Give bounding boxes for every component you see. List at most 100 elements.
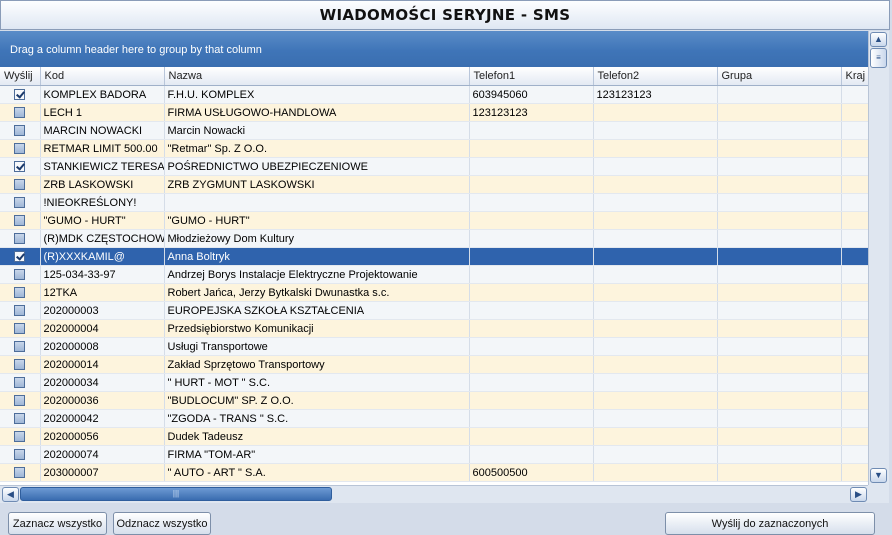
group-by-panel[interactable]: Drag a column header here to group by th… xyxy=(0,31,868,67)
send-checkbox-cell[interactable] xyxy=(0,247,41,266)
cell-nazwa[interactable]: " HURT - MOT " S.C. xyxy=(164,373,470,392)
cell-grupa[interactable] xyxy=(717,193,842,212)
cell-telefon2[interactable] xyxy=(593,391,718,410)
cell-telefon2[interactable] xyxy=(593,247,718,266)
horizontal-scrollbar[interactable]: ◀ ||| ▶ xyxy=(0,485,868,503)
cell-nazwa[interactable]: "Retmar" Sp. Z O.O. xyxy=(164,139,470,158)
cell-nazwa[interactable]: EUROPEJSKA SZKOŁA KSZTAŁCENIA xyxy=(164,301,470,320)
cell-nazwa[interactable]: ZRB ZYGMUNT LASKOWSKI xyxy=(164,175,470,194)
cell-grupa[interactable] xyxy=(717,373,842,392)
checkbox-unchecked[interactable] xyxy=(14,107,26,119)
checkbox-unchecked[interactable] xyxy=(14,233,26,245)
cell-telefon2[interactable] xyxy=(593,463,718,482)
cell-telefon1[interactable] xyxy=(469,139,594,158)
cell-kod[interactable]: MARCIN NOWACKI xyxy=(40,121,165,140)
scroll-left-button[interactable]: ◀ xyxy=(2,487,19,502)
cell-grupa[interactable] xyxy=(717,337,842,356)
cell-telefon1[interactable] xyxy=(469,319,594,338)
checkbox-unchecked[interactable] xyxy=(14,143,26,155)
cell-kraj[interactable] xyxy=(841,319,868,338)
cell-nazwa[interactable]: F.H.U. KOMPLEX xyxy=(164,85,470,104)
column-header-telefon1[interactable]: Telefon1 xyxy=(469,67,594,86)
send-checkbox-cell[interactable] xyxy=(0,211,41,230)
cell-kraj[interactable] xyxy=(841,373,868,392)
cell-telefon2[interactable] xyxy=(593,355,718,374)
cell-nazwa[interactable]: Przedsiębiorstwo Komunikacji xyxy=(164,319,470,338)
checkbox-unchecked[interactable] xyxy=(14,341,26,353)
cell-telefon2[interactable] xyxy=(593,121,718,140)
cell-nazwa[interactable]: Andrzej Borys Instalacje Elektryczne Pro… xyxy=(164,265,470,284)
cell-grupa[interactable] xyxy=(717,463,842,482)
cell-nazwa[interactable]: Młodzieżowy Dom Kultury xyxy=(164,229,470,248)
send-checkbox-cell[interactable] xyxy=(0,409,41,428)
send-checkbox-cell[interactable] xyxy=(0,427,41,446)
cell-telefon2[interactable] xyxy=(593,139,718,158)
cell-grupa[interactable] xyxy=(717,229,842,248)
cell-grupa[interactable] xyxy=(717,157,842,176)
cell-kod[interactable]: STANKIEWICZ TERESA xyxy=(40,157,165,176)
cell-kod[interactable]: ZRB LASKOWSKI xyxy=(40,175,165,194)
cell-kraj[interactable] xyxy=(841,463,868,482)
cell-kod[interactable]: 202000003 xyxy=(40,301,165,320)
cell-telefon2[interactable] xyxy=(593,229,718,248)
send-checkbox-cell[interactable] xyxy=(0,193,41,212)
send-checkbox-cell[interactable] xyxy=(0,337,41,356)
send-checkbox-cell[interactable] xyxy=(0,265,41,284)
cell-telefon2[interactable] xyxy=(593,157,718,176)
cell-kraj[interactable] xyxy=(841,355,868,374)
cell-nazwa[interactable]: "GUMO - HURT" xyxy=(164,211,470,230)
cell-grupa[interactable] xyxy=(717,355,842,374)
checkbox-unchecked[interactable] xyxy=(14,323,26,335)
column-header-grupa[interactable]: Grupa xyxy=(717,67,842,86)
cell-kraj[interactable] xyxy=(841,283,868,302)
table-row[interactable]: STANKIEWICZ TERESA POŚREDNICTWO UBEZPIECZ… xyxy=(0,157,868,176)
table-row[interactable]: ZRB LASKOWSKI ZRB ZYGMUNT LASKOWSKI xyxy=(0,175,868,194)
cell-telefon1[interactable]: 600500500 xyxy=(469,463,594,482)
send-checkbox-cell[interactable] xyxy=(0,103,41,122)
cell-nazwa[interactable]: POŚREDNICTWO UBEZPIECZENIOWE xyxy=(164,157,470,176)
cell-nazwa[interactable]: " AUTO - ART " S.A. xyxy=(164,463,470,482)
cell-kod[interactable]: 202000036 xyxy=(40,391,165,410)
cell-telefon1[interactable] xyxy=(469,265,594,284)
table-row[interactable]: 202000034 " HURT - MOT " S.C. xyxy=(0,373,868,392)
cell-kod[interactable]: LECH 1 xyxy=(40,103,165,122)
cell-grupa[interactable] xyxy=(717,265,842,284)
cell-nazwa[interactable]: "ZGODA - TRANS " S.C. xyxy=(164,409,470,428)
cell-kod[interactable]: KOMPLEX BADORA xyxy=(40,85,165,104)
cell-nazwa[interactable]: "BUDLOCUM" SP. Z O.O. xyxy=(164,391,470,410)
checkbox-unchecked[interactable] xyxy=(14,395,26,407)
cell-kod[interactable]: (R)XXXKAMIL@ xyxy=(40,247,165,266)
cell-grupa[interactable] xyxy=(717,445,842,464)
cell-grupa[interactable] xyxy=(717,427,842,446)
cell-telefon2[interactable] xyxy=(593,427,718,446)
send-checkbox-cell[interactable] xyxy=(0,445,41,464)
cell-kraj[interactable] xyxy=(841,427,868,446)
cell-telefon1[interactable] xyxy=(469,157,594,176)
cell-telefon1[interactable] xyxy=(469,337,594,356)
cell-kod[interactable]: 202000056 xyxy=(40,427,165,446)
cell-kod[interactable]: 202000008 xyxy=(40,337,165,356)
uncheck-all-button[interactable]: Odznacz wszystko xyxy=(113,512,211,535)
table-row[interactable]: 202000003 EUROPEJSKA SZKOŁA KSZTAŁCENIA xyxy=(0,301,868,320)
table-row[interactable]: MARCIN NOWACKI Marcin Nowacki xyxy=(0,121,868,140)
cell-nazwa[interactable]: FIRMA USŁUGOWO-HANDLOWA xyxy=(164,103,470,122)
cell-kod[interactable]: 125-034-33-97 xyxy=(40,265,165,284)
cell-kod[interactable]: RETMAR LIMIT 500.00 xyxy=(40,139,165,158)
table-row[interactable]: 202000008 Usługi Transportowe xyxy=(0,337,868,356)
cell-kraj[interactable] xyxy=(841,301,868,320)
checkbox-unchecked[interactable] xyxy=(14,287,26,299)
send-selected-button[interactable]: Wyślij do zaznaczonych xyxy=(665,512,875,535)
checkbox-checked[interactable] xyxy=(14,161,26,173)
cell-telefon1[interactable] xyxy=(469,211,594,230)
cell-kraj[interactable] xyxy=(841,103,868,122)
cell-grupa[interactable] xyxy=(717,103,842,122)
send-checkbox-cell[interactable] xyxy=(0,85,41,104)
checkbox-unchecked[interactable] xyxy=(14,377,26,389)
cell-kod[interactable]: (R)MDK CZĘSTOCHOWA xyxy=(40,229,165,248)
send-checkbox-cell[interactable] xyxy=(0,139,41,158)
cell-telefon1[interactable] xyxy=(469,175,594,194)
cell-telefon1[interactable]: 603945060 xyxy=(469,85,594,104)
table-row[interactable]: 202000074 FIRMA "TOM-AR" xyxy=(0,445,868,464)
cell-telefon1[interactable] xyxy=(469,373,594,392)
send-checkbox-cell[interactable] xyxy=(0,157,41,176)
